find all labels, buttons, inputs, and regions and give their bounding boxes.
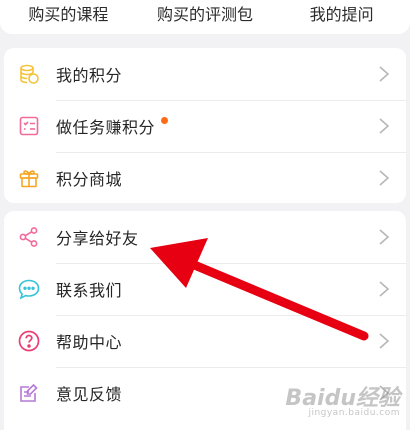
menu-item-points-mall[interactable]: 积分商城 bbox=[4, 152, 406, 203]
tab-purchased-assessments[interactable]: 购买的评测包 bbox=[137, 2, 274, 32]
watermark-url: jingyan.baidu.com bbox=[308, 408, 400, 418]
menu-item-earn-points[interactable]: 做任务赚积分 bbox=[4, 100, 406, 152]
purchases-tab-bar: 购买的课程 购买的评测包 我的提问 bbox=[0, 0, 410, 34]
menu-item-help-center[interactable]: 帮助中心 bbox=[4, 315, 406, 367]
tab-purchased-courses[interactable]: 购买的课程 bbox=[0, 2, 137, 32]
gift-icon bbox=[17, 166, 41, 190]
menu-item-label: 我的积分 bbox=[56, 66, 123, 85]
menu-item-share[interactable]: 分享给好友 bbox=[4, 211, 406, 263]
task-list-icon bbox=[17, 114, 41, 138]
chevron-right-icon bbox=[379, 229, 390, 245]
menu-item-label: 联系我们 bbox=[56, 281, 123, 300]
share-icon bbox=[17, 225, 41, 249]
points-menu-card: 我的积分 做任务赚积分 积分商城 bbox=[4, 48, 406, 203]
tab-my-questions[interactable]: 我的提问 bbox=[273, 2, 410, 32]
chevron-right-icon bbox=[379, 333, 390, 349]
menu-item-label: 帮助中心 bbox=[56, 333, 123, 352]
menu-item-label: 意见反馈 bbox=[56, 385, 123, 404]
chat-bubble-icon bbox=[17, 277, 41, 301]
menu-item-label: 积分商城 bbox=[56, 170, 123, 189]
feedback-edit-icon bbox=[17, 381, 41, 405]
chevron-right-icon bbox=[379, 118, 390, 134]
menu-item-label: 分享给好友 bbox=[56, 229, 139, 248]
menu-item-my-points[interactable]: 我的积分 bbox=[4, 48, 406, 100]
coins-icon bbox=[17, 62, 41, 86]
help-icon bbox=[17, 329, 41, 353]
chevron-right-icon bbox=[379, 170, 390, 186]
profile-page: 购买的课程 购买的评测包 我的提问 我的积分 做任务赚积分 积分商城 分享给好友… bbox=[0, 0, 410, 430]
notification-badge bbox=[161, 116, 169, 124]
watermark: Baidu经验 jingyan.baidu.com bbox=[282, 380, 402, 424]
menu-item-contact-us[interactable]: 联系我们 bbox=[4, 263, 406, 315]
chevron-right-icon bbox=[379, 66, 390, 82]
menu-item-label: 做任务赚积分 bbox=[56, 118, 156, 137]
chevron-right-icon bbox=[379, 281, 390, 297]
